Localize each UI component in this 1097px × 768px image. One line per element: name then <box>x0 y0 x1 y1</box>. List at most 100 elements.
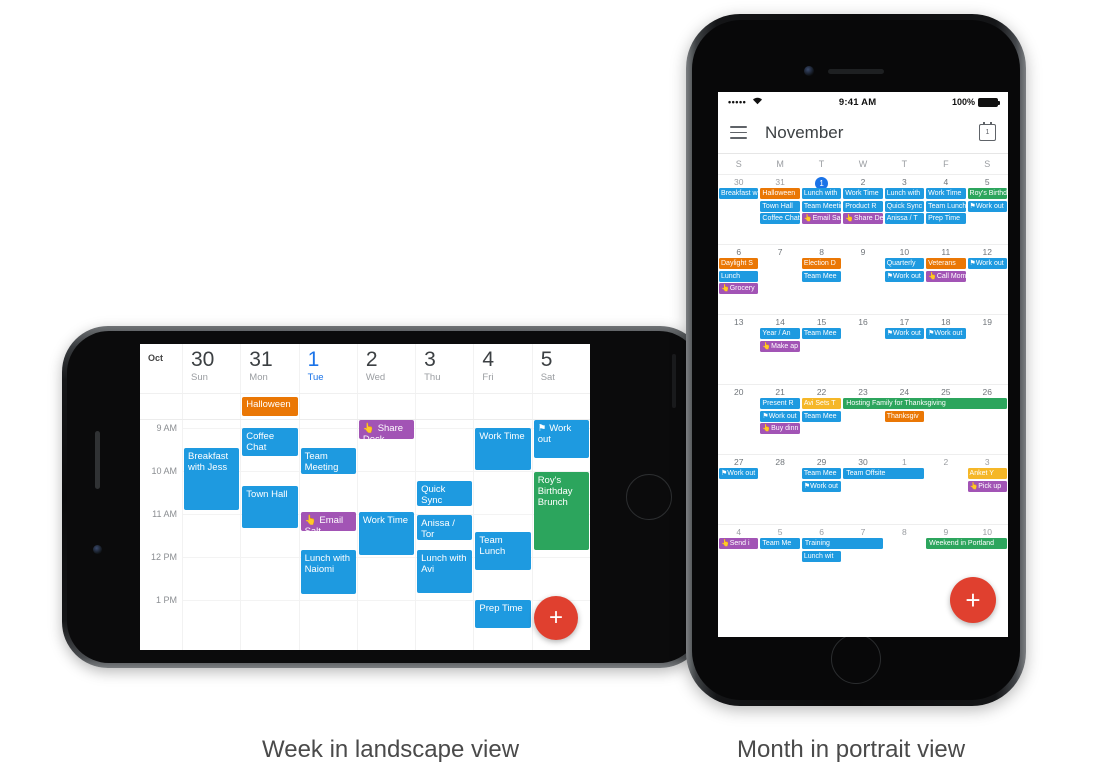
month-event[interactable]: Quick Sync <box>884 200 925 212</box>
month-day-cell[interactable]: 3 Anket Y 👆Pick up <box>967 455 1008 524</box>
month-day-cell[interactable]: 30 Breakfast with Jess <box>718 175 759 244</box>
month-day-cell[interactable]: 13 <box>718 315 759 384</box>
month-day-cell[interactable]: 1Lunch withTeam Meeting👆Email Salt <box>801 175 842 244</box>
month-event[interactable]: ⚑Work out <box>760 410 800 422</box>
month-day-cell[interactable]: 8 Election D Team Mee <box>801 245 842 314</box>
calendar-event[interactable]: Team Lunch <box>475 532 531 570</box>
month-day-cell[interactable]: 1 <box>884 455 925 524</box>
all-day-cell[interactable] <box>531 394 590 419</box>
month-event[interactable]: ⚑Work out <box>884 270 925 282</box>
month-event[interactable]: Team Mee <box>801 410 842 422</box>
month-event[interactable]: Coffee Chat <box>760 213 800 224</box>
month-day-cell[interactable]: 29 Team Mee ⚑Work out <box>801 455 842 524</box>
month-event[interactable]: ⚑Work out <box>884 328 925 339</box>
month-event[interactable]: Roy's Birthday <box>967 188 1007 199</box>
calendar-event[interactable]: 👆Share Deck <box>358 420 415 439</box>
month-event[interactable]: 👆Send i <box>719 538 759 549</box>
month-event-span[interactable]: Weekend in Portland <box>926 538 1007 549</box>
calendar-event[interactable]: Anissa / Tor <box>417 515 473 540</box>
month-day-cell[interactable]: 5 Roy's Birthday ⚑Work out <box>967 175 1008 244</box>
month-day-cell[interactable]: 9 <box>842 245 883 314</box>
month-event[interactable]: Halloween <box>760 188 800 199</box>
calendar-event[interactable]: Roy's Birthday Brunch <box>533 472 589 550</box>
month-day-cell[interactable]: 14 Year / An 👆Make ap <box>759 315 800 384</box>
month-day-cell[interactable]: 3 Lunch with Quick Sync Anissa / T <box>884 175 925 244</box>
month-event[interactable]: Team Lunch <box>926 200 966 212</box>
month-event[interactable]: Avi Sets T <box>801 398 842 409</box>
month-event[interactable]: ⚑Work out <box>967 200 1007 212</box>
month-day-cell[interactable]: 28 <box>759 455 800 524</box>
month-event[interactable]: 👆Make ap <box>760 340 800 352</box>
month-event[interactable]: Election D <box>801 258 842 269</box>
volume-button[interactable] <box>95 431 100 489</box>
month-event[interactable]: Work Time <box>926 188 966 199</box>
month-event[interactable]: Anket Y <box>967 468 1007 479</box>
month-day-cell[interactable]: 5 Team Me <box>759 525 800 594</box>
month-day-cell[interactable]: 7 <box>759 245 800 314</box>
week-day-column[interactable]: Coffee Chat Town Hall <box>240 420 298 650</box>
week-day-header[interactable]: 3 Thu <box>415 344 473 393</box>
month-day-cell[interactable]: 7 <box>842 525 883 594</box>
month-day-cell[interactable]: 25 <box>925 385 966 454</box>
month-event[interactable]: Team Mee <box>801 468 842 479</box>
month-day-cell[interactable]: 12 ⚑Work out <box>967 245 1008 314</box>
month-event[interactable]: Prep Time <box>926 213 966 224</box>
month-event[interactable]: Town Hall <box>760 200 800 212</box>
month-day-cell[interactable]: 30 <box>842 455 883 524</box>
month-event-span[interactable]: Team Offsite <box>843 468 925 479</box>
month-event[interactable]: 👆Grocery <box>719 283 759 294</box>
calendar-event[interactable]: Team Meeting <box>300 448 356 474</box>
month-event[interactable]: ⚑Work out <box>719 468 759 479</box>
month-day-cell[interactable]: 18 ⚑Work out <box>925 315 966 384</box>
week-day-header[interactable]: 31 Mon <box>240 344 298 393</box>
month-day-cell[interactable]: 23 <box>842 385 883 454</box>
calendar-event[interactable]: Breakfast with Jess <box>184 448 240 510</box>
month-day-cell[interactable]: 26 <box>967 385 1008 454</box>
month-event[interactable]: Anissa / T <box>884 213 925 224</box>
month-day-cell[interactable]: 6 Lunch wit <box>801 525 842 594</box>
week-day-column[interactable]: Quick Sync Anissa / Tor Lunch with Avi <box>415 420 473 650</box>
month-event[interactable]: ⚑Work out <box>967 258 1007 269</box>
calendar-event[interactable]: Quick Sync <box>417 481 473 506</box>
month-event[interactable]: 👆Pick up <box>967 480 1007 492</box>
month-day-cell[interactable]: 24 Thanksgiv <box>884 385 925 454</box>
calendar-event[interactable]: Work Time <box>475 428 531 470</box>
month-event[interactable]: Thanksgiv <box>884 410 925 422</box>
week-day-header[interactable]: 2 Wed <box>356 344 415 393</box>
month-day-cell[interactable]: 2 <box>925 455 966 524</box>
month-event[interactable]: Team Meeting <box>801 200 842 212</box>
month-day-cell[interactable]: 27 ⚑Work out <box>718 455 759 524</box>
month-day-cell[interactable]: 6 Daylight S Lunch 👆Grocery <box>718 245 759 314</box>
all-day-cell[interactable] <box>415 394 473 419</box>
home-button[interactable] <box>831 634 881 684</box>
month-day-cell[interactable]: 21 Present R ⚑Work out 👆Buy dinn <box>759 385 800 454</box>
day-columns[interactable]: Breakfast with Jess Coffee Chat Town Hall T… <box>182 420 590 650</box>
create-event-fab[interactable]: + <box>950 577 996 623</box>
week-day-header[interactable]: 4 Fri <box>473 344 531 393</box>
calendar-event[interactable]: ⚑ Work out <box>533 420 589 458</box>
week-day-header[interactable]: 1 Tue <box>298 344 357 393</box>
month-event-span[interactable]: Training <box>801 538 883 549</box>
month-event[interactable]: Present R <box>760 398 800 409</box>
calendar-event[interactable]: Prep Time <box>475 600 531 628</box>
month-event[interactable]: Quarterly <box>884 258 925 269</box>
month-day-cell[interactable]: 11 Veterans 👆Call Mom <box>925 245 966 314</box>
all-day-cell[interactable]: Halloween <box>240 394 298 419</box>
create-event-fab[interactable]: + <box>534 596 578 640</box>
calendar-event[interactable]: Work Time <box>358 512 415 555</box>
week-day-column[interactable]: Team Meeting 👆Email Salt Lunch with Naiomi <box>298 420 357 650</box>
all-day-cell[interactable] <box>473 394 531 419</box>
month-day-cell[interactable]: 19 <box>967 315 1008 384</box>
month-day-cell[interactable]: 2 Work Time Product R 👆Share Deck <box>842 175 883 244</box>
month-event-span[interactable]: Hosting Family for Thanksgiving <box>843 398 1007 409</box>
month-grid[interactable]: 30Breakfast with Jess31HalloweenTown Hal… <box>718 174 1008 594</box>
calendar-today-icon[interactable]: 1 <box>979 121 996 141</box>
week-day-column[interactable]: 👆Share Deck Work Time <box>356 420 415 650</box>
month-event[interactable]: 👆Email Salt <box>801 213 842 224</box>
calendar-event[interactable]: Coffee Chat <box>242 428 298 456</box>
calendar-event[interactable]: 👆Email Salt <box>300 512 356 531</box>
week-grid[interactable]: 9 AM 10 AM 11 AM 12 PM 1 PM Breakfast with J… <box>140 420 590 650</box>
month-day-cell[interactable]: 15 Team Mee <box>801 315 842 384</box>
week-day-column[interactable]: Work Time Team Lunch Prep Time <box>473 420 531 650</box>
month-event[interactable]: Team Mee <box>801 270 842 282</box>
